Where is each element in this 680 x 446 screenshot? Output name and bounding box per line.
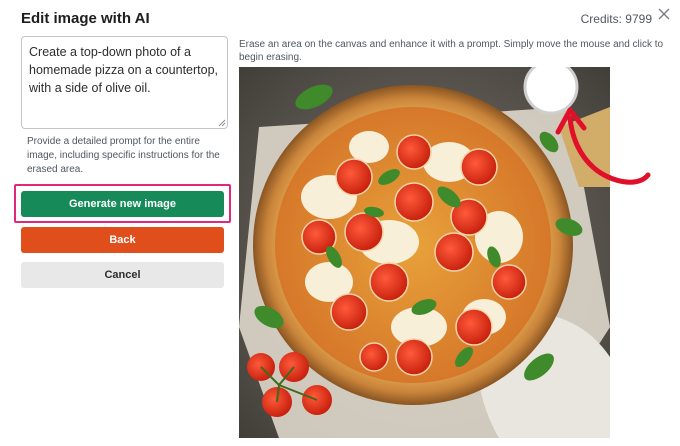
close-icon[interactable] xyxy=(656,6,672,22)
prompt-help-text: Provide a detailed prompt for the entire… xyxy=(27,136,220,175)
dialog-title: Edit image with AI xyxy=(21,10,150,27)
back-button[interactable]: Back xyxy=(21,227,224,253)
edit-image-dialog: Edit image with AI Credits: 9799 Create … xyxy=(0,0,680,446)
credits-label: Credits: 9799 xyxy=(580,12,652,26)
canvas-instruction: Erase an area on the canvas and enhance … xyxy=(239,39,664,63)
cancel-button[interactable]: Cancel xyxy=(21,262,224,288)
prompt-input[interactable]: Create a top-down photo of a homemade pi… xyxy=(21,36,228,129)
generate-new-image-button[interactable]: Generate new image xyxy=(21,191,224,217)
pointer-arrow-icon xyxy=(555,107,651,185)
resize-grip-icon[interactable] xyxy=(218,119,226,127)
